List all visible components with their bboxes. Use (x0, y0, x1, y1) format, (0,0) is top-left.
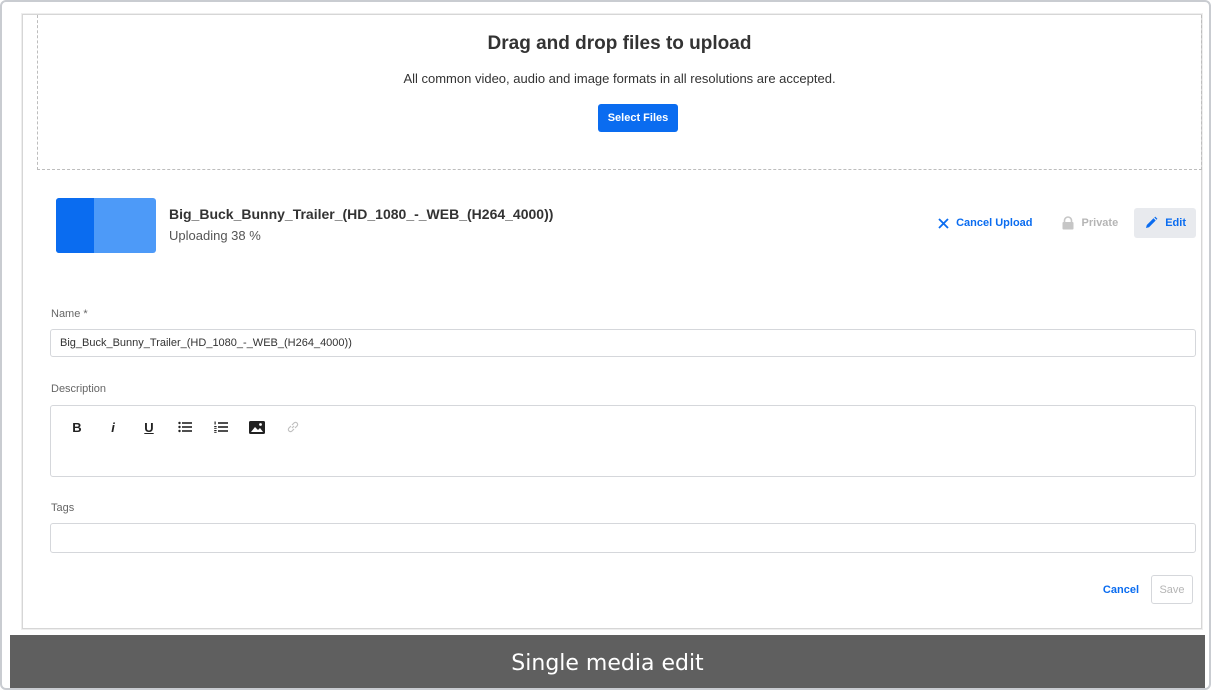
upload-progress-thumbnail (56, 198, 156, 253)
drop-zone-subtitle: All common video, audio and image format… (403, 71, 836, 86)
save-button[interactable]: Save (1151, 575, 1193, 604)
underline-button[interactable]: U (131, 416, 167, 438)
upload-file-name: Big_Buck_Bunny_Trailer_(HD_1080_-_WEB_(H… (169, 206, 554, 222)
name-label: Name * (51, 308, 88, 320)
caption-bar: Single media edit (10, 635, 1205, 688)
insert-link-button[interactable] (275, 416, 311, 438)
drop-zone-title: Drag and drop files to upload (487, 33, 752, 54)
tags-input[interactable] (50, 523, 1196, 553)
italic-button[interactable]: i (95, 416, 131, 438)
upload-progress-fill (56, 198, 94, 253)
upload-actions: Cancel Upload Private Edit (928, 208, 1196, 238)
upload-item: Big_Buck_Bunny_Trailer_(HD_1080_-_WEB_(H… (56, 198, 1196, 258)
cancel-button[interactable]: Cancel (1103, 584, 1139, 596)
bullet-list-icon (178, 421, 192, 433)
upload-status: Uploading 38 % (169, 228, 261, 243)
name-input[interactable]: Big_Buck_Bunny_Trailer_(HD_1080_-_WEB_(H… (50, 329, 1196, 357)
tags-label: Tags (51, 502, 75, 514)
form-footer: Cancel Save (1103, 575, 1193, 604)
edit-label: Edit (1165, 217, 1186, 229)
edit-button[interactable]: Edit (1134, 208, 1196, 238)
cancel-upload-button[interactable]: Cancel Upload (928, 208, 1042, 238)
bullet-list-button[interactable] (167, 416, 203, 438)
numbered-list-icon (214, 421, 228, 433)
pencil-icon (1146, 216, 1158, 228)
upload-panel: Drag and drop files to upload All common… (22, 14, 1202, 629)
rich-text-toolbar: B i U (59, 416, 311, 438)
bold-button[interactable]: B (59, 416, 95, 438)
lock-icon (1062, 216, 1074, 230)
image-icon (249, 420, 265, 434)
cancel-upload-label: Cancel Upload (956, 217, 1033, 229)
close-icon (938, 217, 949, 229)
screenshot-frame: Drag and drop files to upload All common… (0, 0, 1211, 690)
private-label: Private (1081, 217, 1119, 229)
drop-zone[interactable]: Drag and drop files to upload All common… (37, 15, 1202, 170)
description-editor[interactable]: B i U (50, 405, 1196, 477)
select-files-button[interactable]: Select Files (598, 104, 678, 132)
private-button[interactable]: Private (1051, 208, 1129, 238)
link-icon (287, 421, 299, 433)
numbered-list-button[interactable] (203, 416, 239, 438)
description-label: Description (51, 383, 107, 395)
insert-image-button[interactable] (239, 416, 275, 438)
